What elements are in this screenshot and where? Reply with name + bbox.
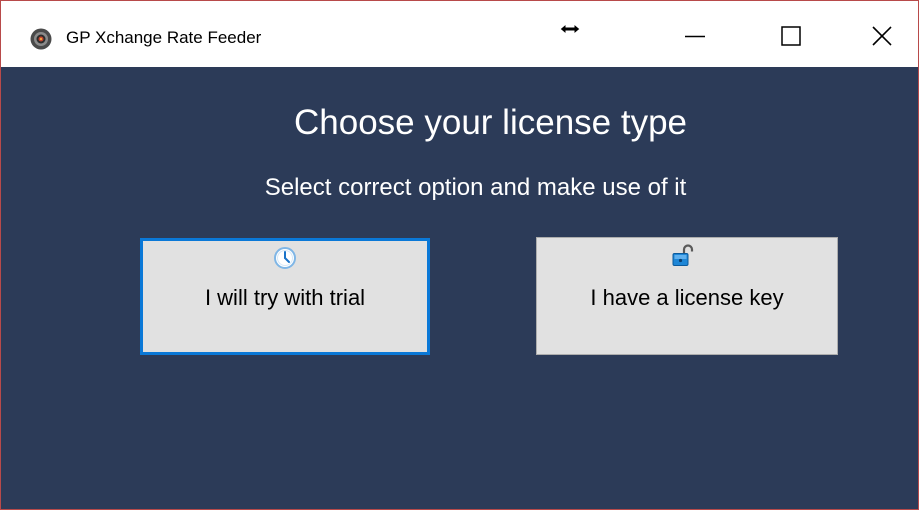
page-title: Choose your license type	[294, 103, 687, 142]
page-subtitle: Select correct option and make use of it	[264, 174, 687, 201]
trial-button-label: I will try with trial	[204, 285, 366, 310]
license-key-button-label: I have a license key	[590, 285, 784, 310]
app-window: GP Xchange Rate Feeder Choose your licen…	[0, 0, 919, 510]
unlocked-padlock-icon	[672, 244, 694, 266]
trial-button[interactable]: I will try with trial	[140, 238, 430, 355]
title-bar[interactable]: GP Xchange Rate Feeder	[1, 1, 918, 67]
license-key-button[interactable]: I have a license key	[536, 237, 838, 355]
horizontal-resize-cursor	[559, 22, 581, 36]
clock-icon	[274, 247, 296, 269]
app-disc-icon	[30, 28, 52, 50]
minimize-icon[interactable]	[665, 13, 725, 59]
window-title: GP Xchange Rate Feeder	[66, 28, 262, 47]
close-icon[interactable]	[852, 13, 912, 59]
maximize-icon[interactable]	[761, 13, 821, 59]
